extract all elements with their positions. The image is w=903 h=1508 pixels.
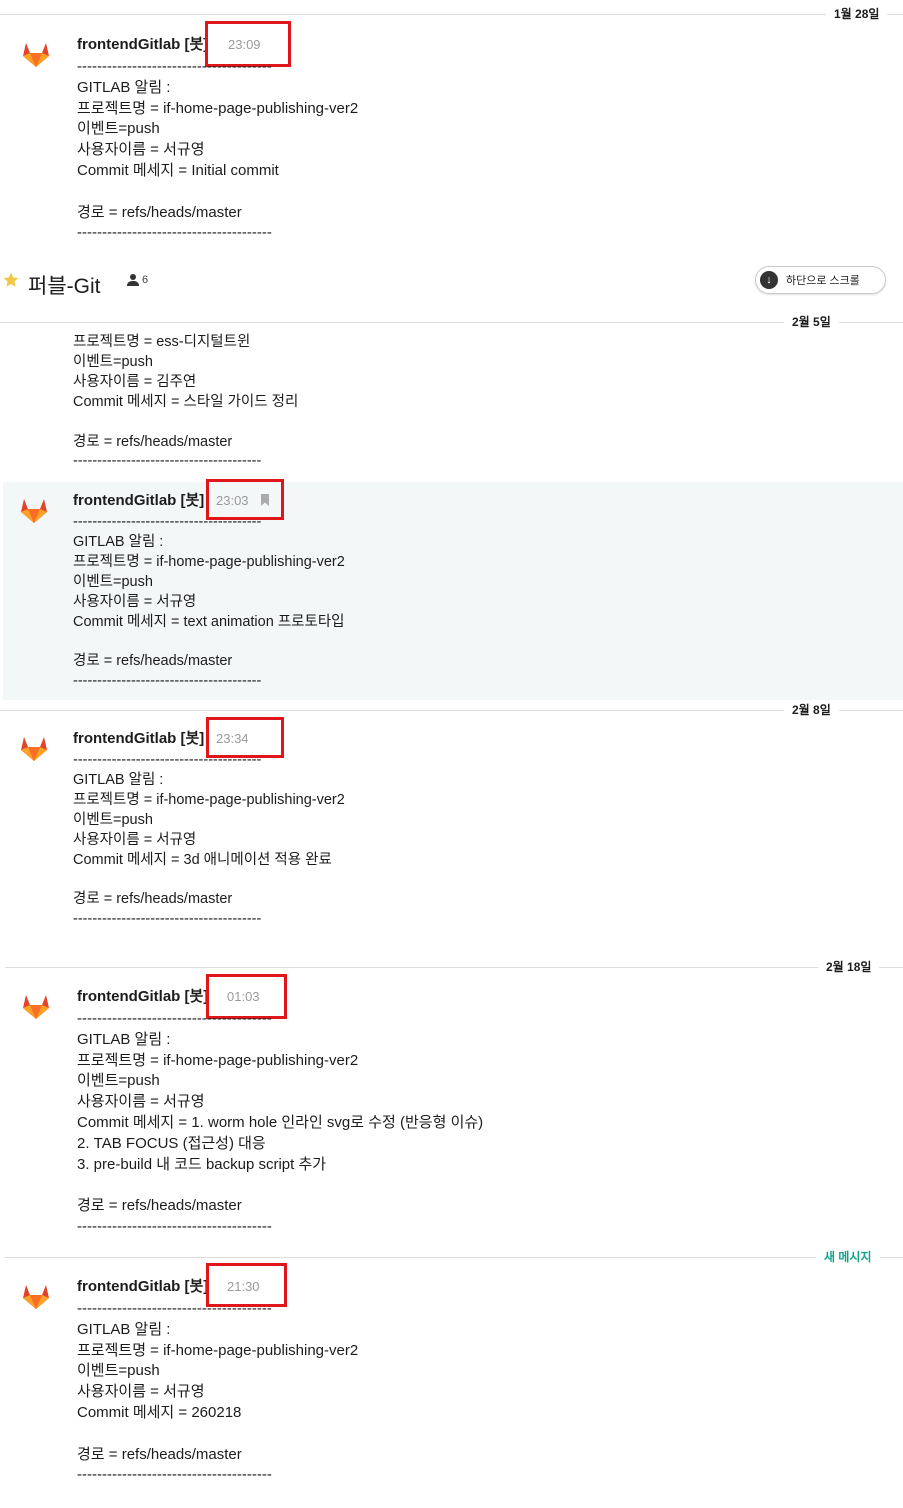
- message-body: --------------------------------------- …: [73, 514, 345, 690]
- message-author[interactable]: frontendGitlab [봇]: [73, 491, 204, 511]
- message-body: --------------------------------------- …: [73, 752, 345, 928]
- message-author[interactable]: frontendGitlab [봇]: [77, 35, 208, 55]
- arrow-down-icon: ↓: [760, 271, 778, 289]
- date-label: 2월 18일: [818, 959, 880, 975]
- date-divider: [0, 322, 903, 323]
- new-message-label: 새 메시지: [816, 1249, 880, 1265]
- message-author[interactable]: frontendGitlab [봇]: [77, 987, 208, 1007]
- member-count-label: 6: [142, 274, 149, 286]
- message-body: 프로젝트명 = ess-디지털트윈 이벤트=push 사용자이름 = 김주연 C…: [73, 334, 299, 470]
- message-author[interactable]: frontendGitlab [봇]: [77, 1277, 208, 1297]
- message-body: --------------------------------------- …: [77, 1300, 359, 1484]
- person-icon: [127, 274, 139, 286]
- gitlab-avatar-icon[interactable]: [18, 494, 50, 526]
- new-message-divider: [5, 1257, 903, 1258]
- scroll-to-bottom-button[interactable]: ↓ 하단으로 스크롤: [755, 266, 886, 294]
- date-label: 1월 28일: [826, 6, 888, 22]
- date-divider: [5, 967, 903, 968]
- date-divider: [0, 14, 903, 15]
- message-body: --------------------------------------- …: [77, 1010, 484, 1235]
- message-author[interactable]: frontendGitlab [봇]: [73, 729, 204, 749]
- scroll-button-label: 하단으로 스크롤: [786, 275, 860, 287]
- gitlab-avatar-icon[interactable]: [18, 732, 50, 764]
- date-label: 2월 5일: [784, 314, 839, 330]
- gitlab-avatar-icon[interactable]: [20, 38, 52, 70]
- star-icon[interactable]: [2, 271, 20, 289]
- date-label: 2월 8일: [784, 702, 839, 718]
- gitlab-avatar-icon[interactable]: [20, 990, 52, 1022]
- date-divider: [0, 710, 903, 711]
- gitlab-avatar-icon[interactable]: [20, 1280, 52, 1312]
- member-count[interactable]: 6: [126, 273, 148, 287]
- message-body: --------------------------------------- …: [77, 58, 359, 242]
- channel-title[interactable]: 퍼블-Git: [28, 270, 100, 300]
